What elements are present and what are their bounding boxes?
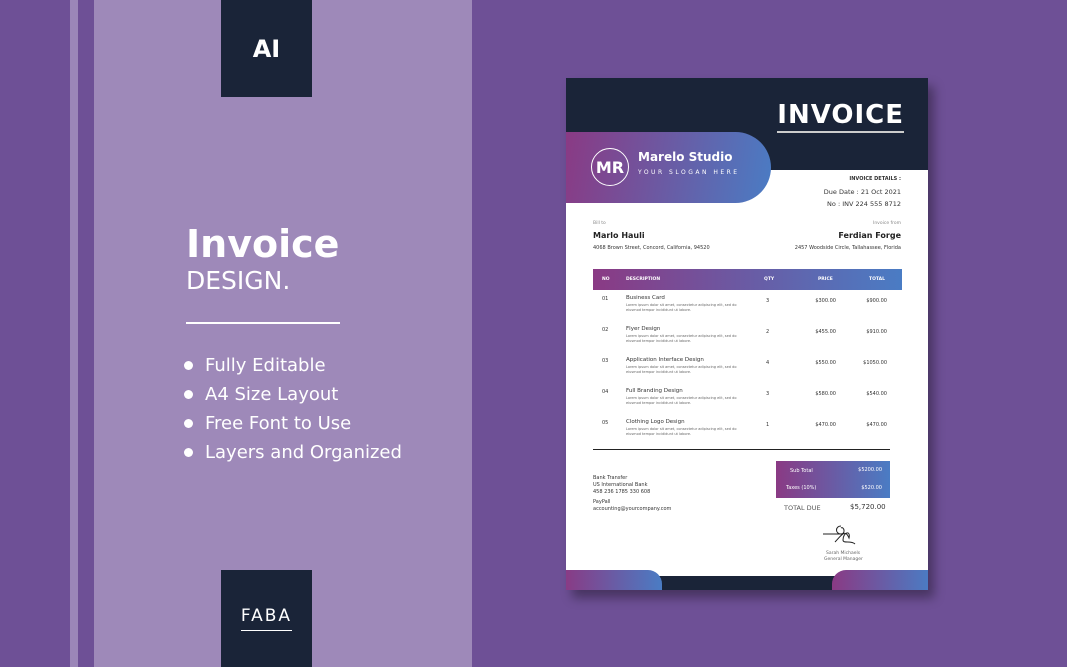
row-total: $470.00 — [866, 422, 887, 428]
details-label: INVOICE DETAILS : — [849, 176, 901, 182]
row-qty: 3 — [766, 391, 770, 397]
bill-to-address: 4068 Brown Street, Concord, California, … — [593, 245, 710, 251]
paypal-email: accounting@yourcompany.com — [593, 506, 672, 512]
table-row: 05 Clothing Logo Design Lorem ipsum dolo… — [593, 418, 902, 448]
brand-name: Marelo Studio — [638, 150, 733, 164]
bank-number: 458 236 1785 330 608 — [593, 489, 651, 495]
taxes-value: $520.00 — [861, 485, 882, 491]
decorative-strip — [70, 0, 78, 667]
col-price: PRICE — [818, 277, 833, 282]
row-qty: 1 — [766, 422, 770, 428]
brand-slogan: YOUR SLOGAN HERE — [638, 169, 740, 176]
row-description: Full Branding Design — [626, 388, 683, 394]
row-no: 01 — [602, 296, 609, 302]
brand-logo: MR — [591, 148, 629, 186]
invoice-preview: INVOICE MR Marelo Studio YOUR SLOGAN HER… — [566, 78, 928, 590]
table-row: 01 Business Card Lorem ipsum dolor sit a… — [593, 294, 902, 324]
row-lorem: Lorem ipsum dolor sit amet, consectetur … — [626, 427, 737, 436]
row-lorem: Lorem ipsum dolor sit amet, consectetur … — [626, 396, 737, 405]
total-due-value: $5,720.00 — [850, 503, 886, 511]
row-price: $470.00 — [815, 422, 836, 428]
row-total: $910.00 — [866, 329, 887, 335]
from-label: Invoice from — [873, 221, 901, 226]
subtotal-label: Sub Total — [790, 468, 813, 474]
row-lorem: Lorem ipsum dolor sit amet, consectetur … — [626, 365, 737, 374]
col-qty: QTY — [764, 277, 775, 282]
table-row: 04 Full Branding Design Lorem ipsum dolo… — [593, 387, 902, 417]
feature-item: Free Font to Use — [184, 409, 402, 438]
bank-label: Bank Transfer — [593, 475, 628, 481]
row-description: Application Interface Design — [626, 357, 704, 363]
total-due-label: TOTAL DUE — [784, 504, 821, 512]
feature-list: Fully Editable A4 Size Layout Free Font … — [184, 351, 402, 467]
due-date: Due Date : 21 Oct 2021 — [823, 188, 901, 196]
row-description: Business Card — [626, 295, 665, 301]
row-total: $1050.00 — [863, 360, 887, 366]
bank-name: US International Bank — [593, 482, 648, 488]
brand-banner: MR Marelo Studio YOUR SLOGAN HERE — [566, 132, 771, 203]
left-panel — [94, 0, 472, 667]
divider — [186, 322, 340, 324]
signer-name: Sarah Michaels — [826, 551, 861, 556]
bill-to-name: Marlo Hauli — [593, 231, 645, 240]
col-description: DESCRIPTION — [626, 277, 661, 282]
row-qty: 3 — [766, 298, 770, 304]
invoice-title: INVOICE — [777, 100, 904, 133]
totals-box: Sub Total $5200.00 Taxes (10%) $520.00 — [776, 461, 890, 498]
row-lorem: Lorem ipsum dolor sit amet, consectetur … — [626, 303, 737, 312]
row-no: 03 — [602, 358, 609, 364]
subtotal-value: $5200.00 — [858, 467, 882, 473]
col-no: NO — [602, 277, 610, 282]
row-total: $900.00 — [866, 298, 887, 304]
row-description: Flyer Design — [626, 326, 661, 332]
row-price: $550.00 — [815, 360, 836, 366]
table-header: NO DESCRIPTION QTY PRICE TOTAL — [593, 269, 902, 290]
row-description: Clothing Logo Design — [626, 419, 685, 425]
table-row: 03 Application Interface Design Lorem ip… — [593, 356, 902, 386]
row-price: $300.00 — [815, 298, 836, 304]
invoice-number: No : INV 224 555 8712 — [827, 200, 901, 208]
footer-accent-left — [566, 570, 662, 590]
table-divider — [593, 449, 890, 450]
row-lorem: Lorem ipsum dolor sit amet, consectetur … — [626, 334, 737, 343]
signature-icon — [823, 525, 856, 545]
row-price: $580.00 — [815, 391, 836, 397]
taxes-label: Taxes (10%) — [786, 485, 817, 491]
row-price: $455.00 — [815, 329, 836, 335]
heading: Invoice — [186, 222, 340, 266]
row-total: $540.00 — [866, 391, 887, 397]
ai-badge: AI — [221, 0, 312, 97]
row-no: 05 — [602, 420, 609, 426]
row-qty: 2 — [766, 329, 770, 335]
row-no: 02 — [602, 327, 609, 333]
signer-title: General Manager — [824, 557, 863, 562]
col-total: TOTAL — [869, 277, 885, 282]
table-row: 02 Flyer Design Lorem ipsum dolor sit am… — [593, 325, 902, 355]
paypal-label: PayPall — [593, 499, 611, 505]
faba-badge: FABA — [221, 570, 312, 667]
faba-label: FABA — [240, 606, 293, 631]
feature-item: A4 Size Layout — [184, 380, 402, 409]
from-address: 2457 Woodside Circle, Tallahassee, Flori… — [794, 245, 901, 251]
footer-accent-right — [832, 570, 928, 590]
feature-item: Fully Editable — [184, 351, 402, 380]
bill-to-label: Bill to — [593, 221, 606, 226]
from-name: Ferdian Forge — [838, 231, 901, 240]
subheading: DESIGN. — [186, 266, 291, 295]
feature-item: Layers and Organized — [184, 438, 402, 467]
row-qty: 4 — [766, 360, 770, 366]
row-no: 04 — [602, 389, 609, 395]
